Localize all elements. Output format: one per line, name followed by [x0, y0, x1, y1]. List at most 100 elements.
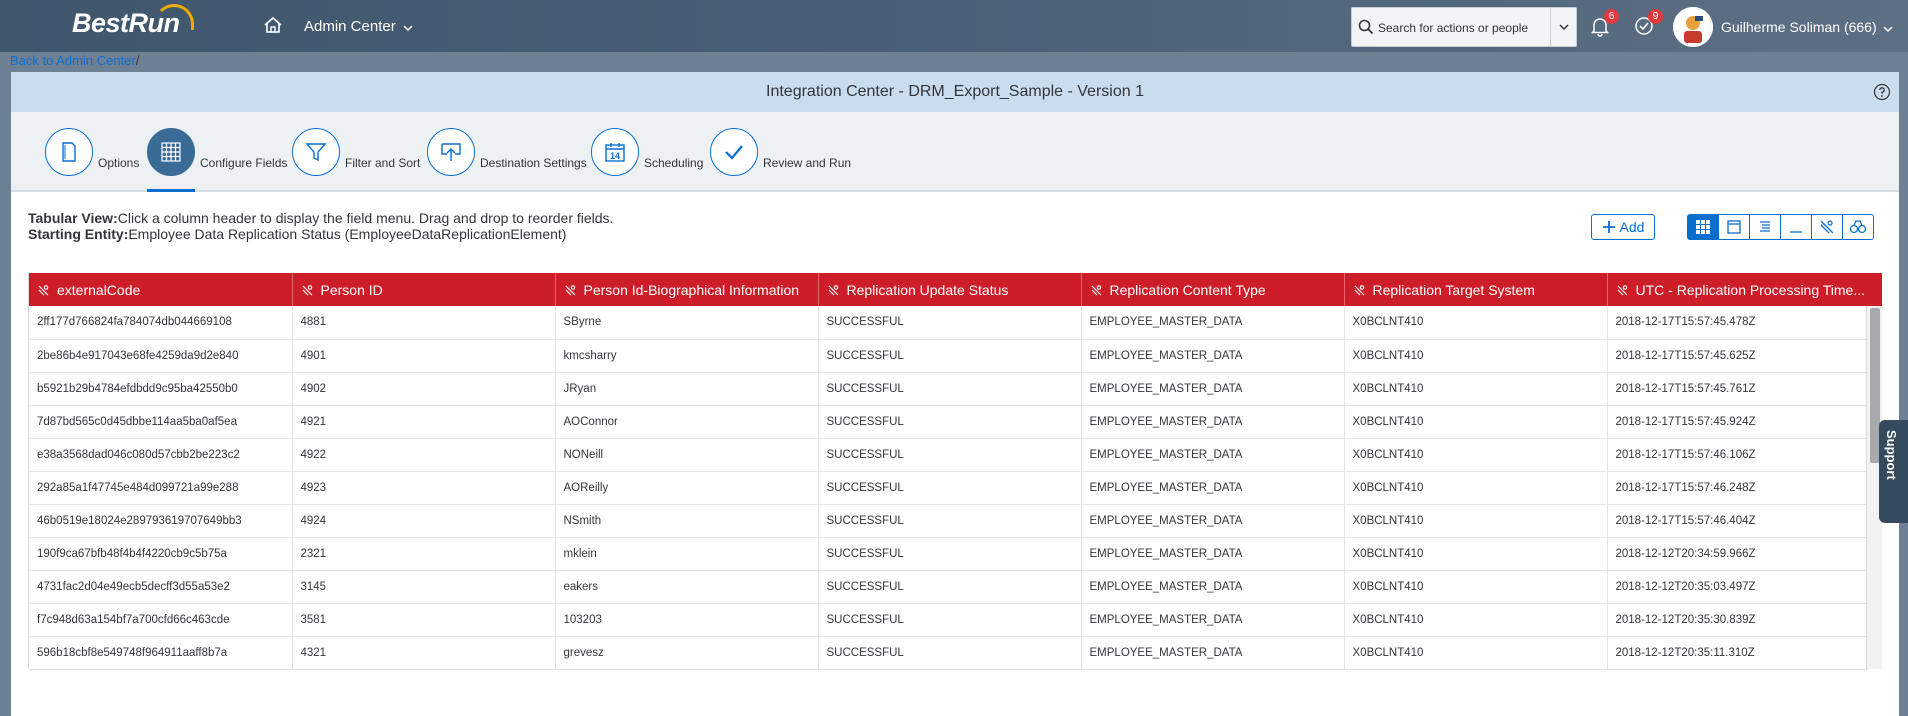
tabular-view-button[interactable]: [1687, 214, 1719, 240]
help-icon[interactable]: [1873, 83, 1891, 106]
table-row[interactable]: 190f9ca67bfb48f4b4f4220cb9c5b75a 2321 mkle…: [29, 537, 1868, 571]
table-row[interactable]: 292a85a1f47745e484d099721a99e288 4923 AORe…: [29, 471, 1868, 505]
breadcrumb: Back to Admin Center/: [10, 53, 139, 68]
table-cell: 596b18cbf8e549748f964911aaff8b7a: [29, 636, 293, 670]
table-row[interactable]: 2ff177d766824fa784074db044669108 4881 SByr…: [29, 306, 1868, 340]
table-cell: X0BCLNT410: [1344, 405, 1608, 439]
column-header-replication-target-system[interactable]: Replication Target System: [1344, 273, 1608, 306]
field-link-icon: [1617, 284, 1627, 295]
table-cell: SUCCESSFUL: [818, 636, 1082, 670]
logo-arc: [154, 4, 194, 30]
tasks-badge: 9: [1648, 9, 1663, 24]
table-cell: 7d87bd565c0d45dbbe114aa5ba0af5ea: [29, 405, 293, 439]
search-box[interactable]: Search for actions or people: [1351, 7, 1577, 47]
column-header-person-id[interactable]: Person ID: [292, 273, 556, 306]
table-row[interactable]: 4731fac2d04e49ecb5decff3d55a53e2 3145 eake…: [29, 570, 1868, 604]
table-cell: SUCCESSFUL: [818, 339, 1082, 373]
field-link-icon: [1354, 284, 1364, 295]
tasks-button[interactable]: 9: [1633, 9, 1663, 39]
relations-view-button[interactable]: [1811, 214, 1843, 240]
column-header-replication-content-type[interactable]: Replication Content Type: [1081, 273, 1345, 306]
table-cell: 2018-12-12T20:35:11.310Z: [1607, 636, 1868, 670]
notifications-button[interactable]: 6: [1589, 9, 1619, 39]
search-scope-dropdown[interactable]: [1550, 8, 1576, 46]
fields-table: externalCode Person ID Person Id-Biograp…: [28, 273, 1882, 670]
table-header-row: externalCode Person ID Person Id-Biograp…: [29, 273, 1868, 306]
table-cell: SUCCESSFUL: [818, 405, 1082, 439]
table-row[interactable]: b5921b29b4784efdbdd9c95ba42550b0 4902 JRya…: [29, 372, 1868, 406]
table-cell: 2018-12-17T15:57:45.478Z: [1607, 306, 1868, 340]
step-destination-settings[interactable]: Destination Settings: [427, 124, 587, 180]
table-row[interactable]: 7d87bd565c0d45dbbe114aa5ba0af5ea 4921 AOCo…: [29, 405, 1868, 439]
table-cell: 103203: [555, 603, 819, 637]
grid-icon: [147, 128, 195, 176]
table-cell: 2018-12-17T15:57:46.248Z: [1607, 471, 1868, 505]
table-cell: NONeill: [555, 438, 819, 472]
column-header-replication-update-status[interactable]: Replication Update Status: [818, 273, 1082, 306]
back-to-admin-center-link[interactable]: Back to Admin Center: [10, 53, 136, 68]
table-cell: SUCCESSFUL: [818, 570, 1082, 604]
table-cell: f7c948d63a154bf7a700cfd66c463cde: [29, 603, 293, 637]
table-cell: X0BCLNT410: [1344, 372, 1608, 406]
list-view-button[interactable]: [1749, 214, 1781, 240]
table-cell: SByrne: [555, 306, 819, 340]
avatar[interactable]: [1673, 7, 1713, 47]
app-title-menu[interactable]: Admin Center: [304, 18, 396, 35]
table-cell: EMPLOYEE_MASTER_DATA: [1081, 306, 1345, 340]
plus-icon: [1602, 221, 1615, 233]
field-link-icon: [1091, 284, 1101, 295]
column-header-utc-processing-time[interactable]: UTC - Replication Processing Time...: [1607, 273, 1868, 306]
document-icon: [45, 128, 93, 176]
breadcrumb-separator: /: [135, 53, 140, 68]
preview-view-button[interactable]: [1842, 214, 1874, 240]
column-header-person-id-biographical[interactable]: Person Id-Biographical Information: [555, 273, 819, 306]
step-configure-fields[interactable]: Configure Fields: [147, 124, 287, 180]
search-input[interactable]: Search for actions or people: [1378, 21, 1528, 35]
table-row[interactable]: 596b18cbf8e549748f964911aaff8b7a 4321 grev…: [29, 636, 1868, 670]
table-cell: EMPLOYEE_MASTER_DATA: [1081, 438, 1345, 472]
table-cell: eakers: [555, 570, 819, 604]
step-filter-and-sort[interactable]: Filter and Sort: [292, 124, 420, 180]
chevron-down-icon[interactable]: [402, 20, 414, 38]
table-cell: X0BCLNT410: [1344, 438, 1608, 472]
table-row[interactable]: 46b0519e18024e289793619707649bb3 4924 NSmi…: [29, 504, 1868, 538]
table-row[interactable]: 2be86b4e917043e68fe4259da9d2e840 4901 kmcs…: [29, 339, 1868, 373]
table-cell: 3145: [292, 570, 556, 604]
table-cell: 4924: [292, 504, 556, 538]
table-cell: 2018-12-12T20:34:59.966Z: [1607, 537, 1868, 571]
starting-entity: Employee Data Replication Status (Employ…: [128, 226, 567, 242]
binoculars-icon: [1849, 220, 1867, 234]
header-filler: [1866, 273, 1882, 306]
table-cell: 2ff177d766824fa784074db044669108: [29, 306, 293, 340]
support-label[interactable]: Support: [1884, 430, 1899, 480]
table-cell: X0BCLNT410: [1344, 603, 1608, 637]
user-menu[interactable]: Guilherme Soliman (666): [1721, 19, 1877, 35]
home-icon[interactable]: [262, 14, 284, 36]
step-review-and-run[interactable]: Review and Run: [710, 124, 851, 180]
field-link-icon: [828, 284, 838, 295]
step-scheduling[interactable]: 14 Scheduling: [591, 124, 703, 180]
form-view-button[interactable]: [1718, 214, 1750, 240]
entity-label: Starting Entity:: [28, 226, 129, 242]
table-cell: 4902: [292, 372, 556, 406]
table-cell: SUCCESSFUL: [818, 603, 1082, 637]
table-cell: mklein: [555, 537, 819, 571]
page-title: Integration Center - DRM_Export_Sample -…: [766, 83, 1144, 100]
chevron-down-icon[interactable]: [1882, 21, 1894, 39]
add-field-button[interactable]: Add: [1591, 214, 1655, 240]
table-cell: 4923: [292, 471, 556, 505]
table-row[interactable]: f7c948d63a154bf7a700cfd66c463cde 3581 1032…: [29, 603, 1868, 637]
field-link-icon: [38, 284, 49, 295]
column-header-external-code[interactable]: externalCode: [29, 273, 293, 306]
collapse-view-button[interactable]: [1780, 214, 1812, 240]
view-label: Tabular View:: [28, 210, 118, 226]
table-row[interactable]: e38a3568dad046c080d57cbb2be223c2 4922 NONe…: [29, 438, 1868, 472]
field-link-icon: [565, 284, 575, 295]
table-cell: AOReilly: [555, 471, 819, 505]
checkmark-icon: [710, 128, 758, 176]
table-cell: 4901: [292, 339, 556, 373]
relation-icon: [1820, 220, 1834, 234]
search-icon: [1358, 19, 1374, 40]
table-cell: X0BCLNT410: [1344, 570, 1608, 604]
step-options[interactable]: Options: [45, 124, 139, 180]
